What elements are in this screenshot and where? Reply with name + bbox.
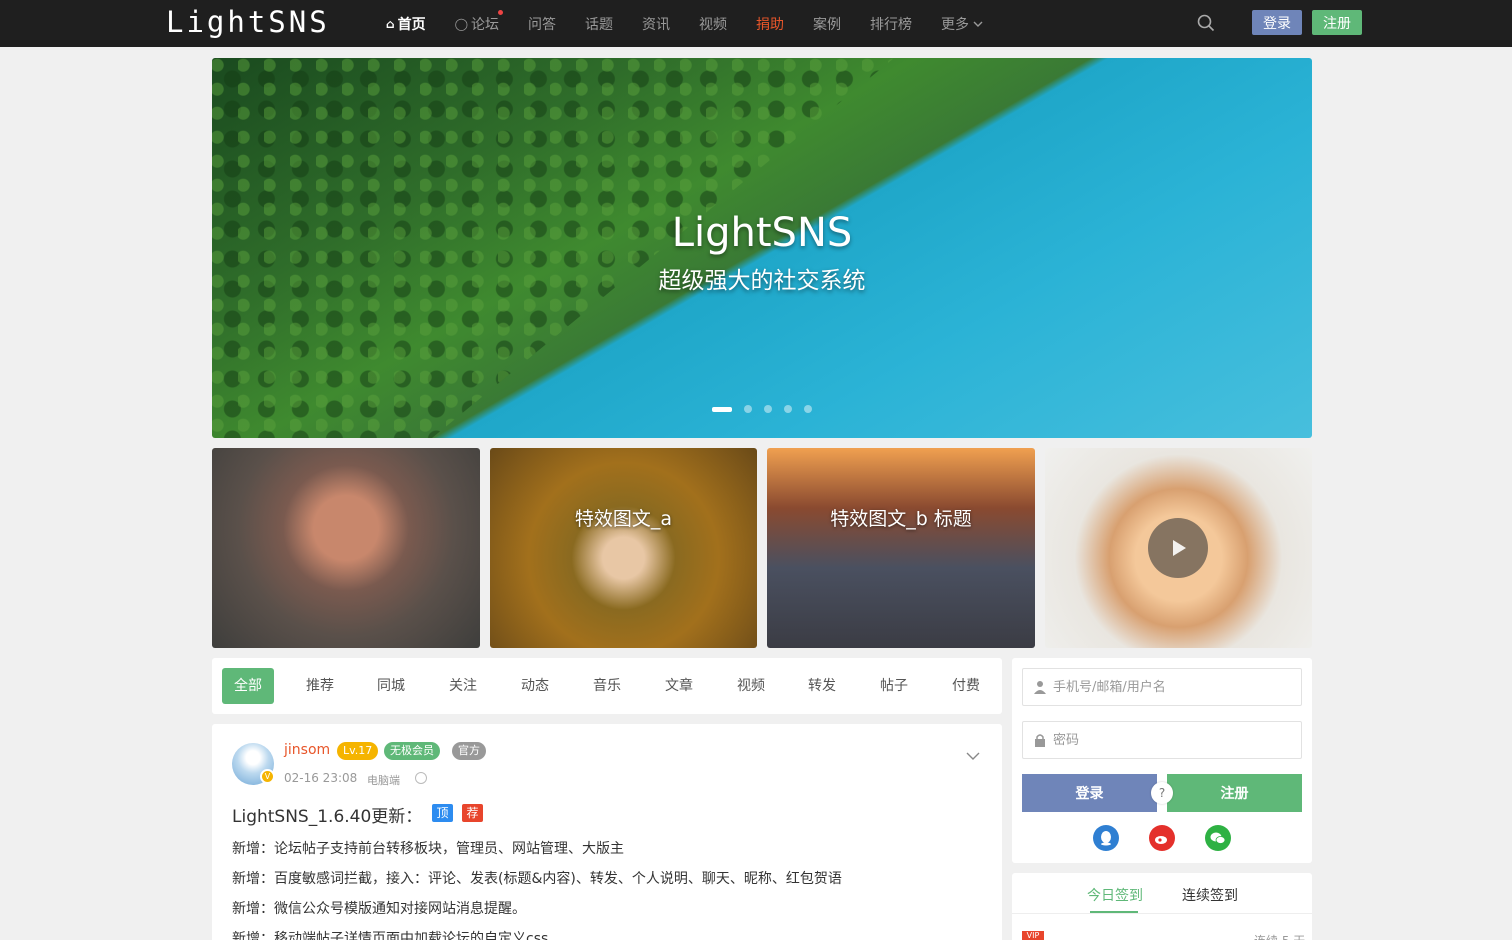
login-button[interactable]: 登录 [1022,774,1157,812]
nav-item-label: 案例 [813,16,842,33]
carousel-dots [712,405,824,413]
tab-videos[interactable]: 视频 [725,668,777,704]
nav-item-label: 捐助 [756,16,785,33]
level-badge: Lv.17 [337,742,379,760]
nav-item-label: 排行榜 [870,16,913,33]
pinned-tag: 顶 [432,804,453,822]
weibo-login-icon[interactable] [1149,825,1175,851]
username-field [1022,668,1302,706]
feature-tile[interactable]: 特效图文_b 标题 [767,448,1035,648]
nav-item-label: 更多 [941,16,970,33]
username-input[interactable] [1053,669,1293,705]
feature-tile[interactable] [212,448,480,648]
tab-all[interactable]: 全部 [222,668,274,704]
register-button[interactable]: 注册 [1167,774,1302,812]
post-time: 02-16 23:08 [284,771,358,785]
streak-days: 连续 5 天 [1254,932,1305,940]
carousel-dot[interactable] [764,405,772,413]
post-content-line: 新增：微信公众号模版通知对接网站消息提醒。 [232,901,526,917]
banner-subtitle: 超级强大的社交系统 [658,268,866,294]
post-content-line: 新增：移动端帖子详情页面中加载论坛的自定义css [232,931,549,940]
tile-caption: 特效图文_b 标题 [830,508,972,530]
feed-post: V jinsom Lv.17 无极会员 官方 02-16 23:08 电脑端 L… [212,724,1002,940]
banner-title: LightSNS [671,210,853,256]
wechat-login-icon[interactable] [1205,825,1231,851]
qq-login-icon[interactable] [1093,825,1119,851]
post-title[interactable]: LightSNS_1.6.40更新： [232,802,422,827]
tab-moments[interactable]: 动态 [509,668,561,704]
post-content-line: 新增：论坛帖子支持前台转移板块，管理员、网站管理、大版主 [232,841,624,857]
nav-item-label: 话题 [585,16,614,33]
post-device: 电脑端 [367,774,400,787]
official-badge: 官方 [452,742,486,760]
nav-item-more[interactable]: 更多 [941,0,984,47]
nav-item-cases[interactable]: 案例 [813,0,841,47]
checkin-panel: 今日签到 连续签到 VIP 连续 5 天 [1012,873,1312,940]
tab-streak-checkin[interactable]: 连续签到 [1182,885,1238,905]
nav-item-video[interactable]: 视频 [699,0,727,47]
carousel-dot[interactable] [744,405,752,413]
carousel-dot[interactable] [804,405,812,413]
tab-posts[interactable]: 帖子 [868,668,920,704]
tab-reposts[interactable]: 转发 [796,668,848,704]
header-register-button[interactable]: 注册 [1312,10,1362,35]
tab-recommend[interactable]: 推荐 [294,668,346,704]
desktop-icon [415,772,427,784]
feed-filter-tabs: 全部 推荐 同城 关注 动态 音乐 文章 视频 转发 帖子 付费 [212,658,1002,714]
nav-item-ranking[interactable]: 排行榜 [870,0,912,47]
divider [1012,913,1312,914]
lock-icon [1035,734,1045,747]
recommended-tag: 荐 [462,804,483,822]
home-icon: ⌂ [386,16,395,31]
nav-item-label: 论坛 [471,16,500,33]
nav-item-qa[interactable]: 问答 [528,0,556,47]
feature-tile-video[interactable] [1045,448,1312,648]
hero-banner[interactable]: LightSNS 超级强大的社交系统 [212,58,1312,438]
nav-item-topics[interactable]: 话题 [585,0,613,47]
post-author[interactable]: jinsom [284,742,330,758]
main-nav: ⌂ 首页 ◯ 论坛 问答 话题 资讯 视频 捐助 案例 排行榜 更多 [386,0,1013,47]
login-panel: 登录 注册 ? [1012,658,1312,863]
nav-item-label: 首页 [397,16,426,33]
notification-dot [498,10,504,15]
nav-item-label: 问答 [528,16,557,33]
carousel-dot[interactable] [712,406,732,412]
tile-caption: 特效图文_a [574,508,673,530]
chevron-down-icon [973,21,983,27]
chevron-down-icon[interactable] [965,748,981,764]
top-navbar: LightSNS ⌂ 首页 ◯ 论坛 问答 话题 资讯 视频 捐助 案例 排行榜… [0,0,1512,47]
feature-tile[interactable]: 特效图文_a [490,448,757,648]
tab-following[interactable]: 关注 [437,668,489,704]
chat-icon: ◯ [454,16,469,31]
site-logo[interactable]: LightSNS [166,5,330,39]
tab-paid[interactable]: 付费 [940,668,992,704]
password-input[interactable] [1053,722,1293,758]
nav-item-home[interactable]: ⌂ 首页 [386,0,426,47]
carousel-dot[interactable] [784,405,792,413]
help-button[interactable]: ? [1151,782,1173,804]
tab-local[interactable]: 同城 [365,668,417,704]
password-field [1022,721,1302,759]
user-icon [1034,681,1046,694]
tab-today-checkin[interactable]: 今日签到 [1087,885,1143,905]
nav-item-label: 视频 [699,16,728,33]
verified-badge-icon: V [260,769,275,784]
play-icon[interactable] [1148,518,1208,578]
tab-music[interactable]: 音乐 [581,668,633,704]
search-icon[interactable] [1197,14,1215,32]
nav-item-donate[interactable]: 捐助 [756,0,784,47]
vip-badge: VIP [1022,931,1044,940]
nav-item-forum[interactable]: ◯ 论坛 [454,0,504,47]
header-login-button[interactable]: 登录 [1252,10,1302,35]
nav-item-news[interactable]: 资讯 [642,0,670,47]
nav-item-label: 资讯 [642,16,671,33]
post-content-line: 新增：百度敏感词拦截，接入：评论、发表(标题&内容)、转发、个人说明、聊天、昵称… [232,871,842,887]
vip-badge: 无极会员 [384,742,440,760]
tab-articles[interactable]: 文章 [653,668,705,704]
